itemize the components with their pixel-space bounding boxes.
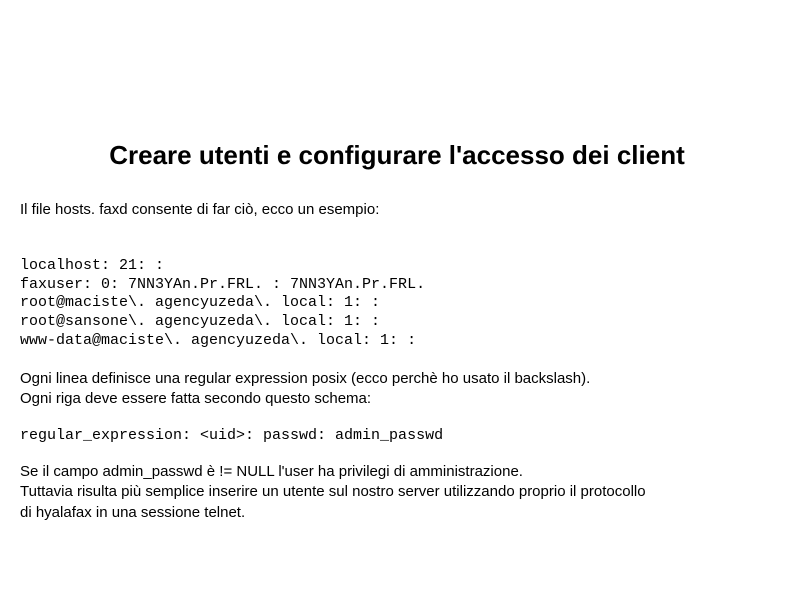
code-block: localhost: 21: : faxuser: 0: 7NN3YAn.Pr.… [20,238,774,351]
para-line: Ogni riga deve essere fatta secondo ques… [20,390,371,407]
paragraph-2: Se il campo admin_passwd è != NULL l'use… [20,462,774,523]
para-line: Ogni linea definisce una regular express… [20,370,590,387]
para-line: Tuttavia risulta più semplice inserire u… [20,483,646,500]
page-title: Creare utenti e configurare l'accesso de… [20,140,774,171]
document-container: Creare utenti e configurare l'accesso de… [0,0,794,523]
code-line: faxuser: 0: 7NN3YAn.Pr.FRL. : 7NN3YAn.Pr… [20,276,425,293]
code-line: localhost: 21: : [20,257,164,274]
schema-line: regular_expression: <uid>: passwd: admin… [20,427,774,444]
intro-text: Il file hosts. faxd consente di far ciò,… [20,201,774,218]
paragraph-1: Ogni linea definisce una regular express… [20,369,774,410]
code-line: root@maciste\. agencyuzeda\. local: 1: : [20,294,380,311]
code-line: www-data@maciste\. agencyuzeda\. local: … [20,332,416,349]
code-line: root@sansone\. agencyuzeda\. local: 1: : [20,313,380,330]
para-line: Se il campo admin_passwd è != NULL l'use… [20,463,523,480]
para-line: di hyalafax in una sessione telnet. [20,504,245,521]
